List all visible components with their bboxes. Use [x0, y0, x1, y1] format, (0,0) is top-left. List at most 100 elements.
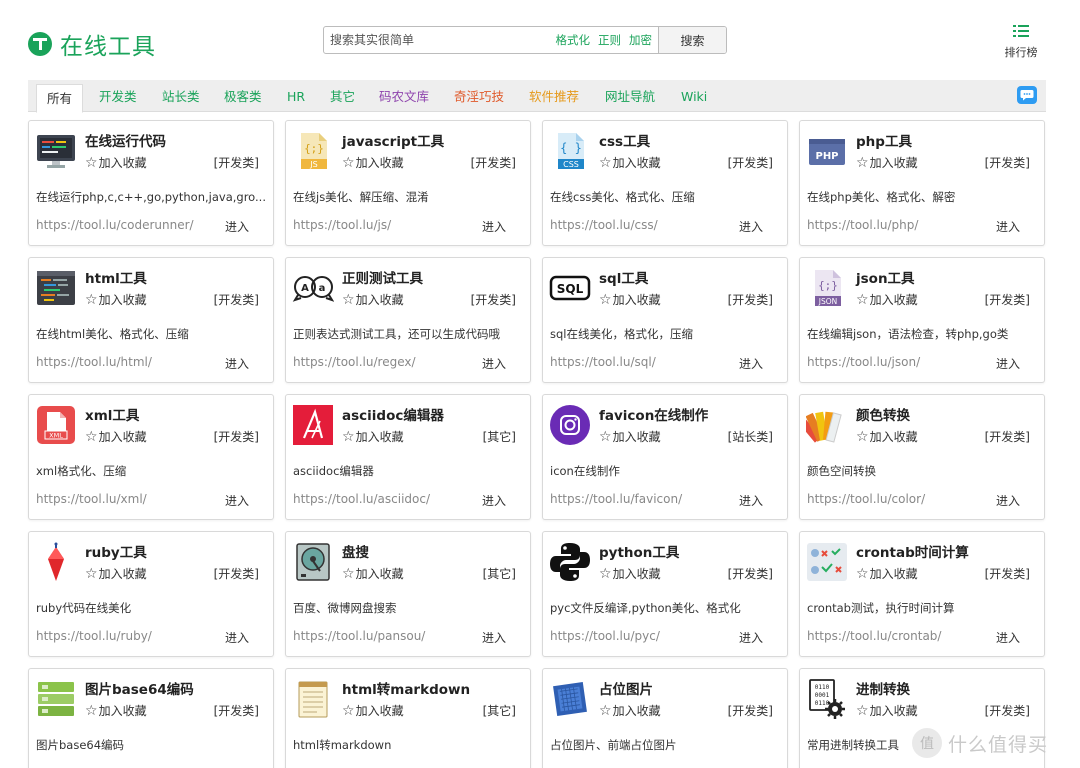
- tool-description: 在线js美化、解压缩、混淆: [293, 190, 429, 204]
- tool-url[interactable]: https://tool.lu/json/: [807, 355, 920, 369]
- tab-nav[interactable]: 网址导航: [605, 80, 655, 112]
- add-favorite-button[interactable]: ☆加入收藏: [342, 154, 404, 171]
- tool-title[interactable]: html工具: [85, 267, 147, 287]
- chat-button[interactable]: [1017, 86, 1037, 104]
- add-favorite-button[interactable]: ☆加入收藏: [599, 291, 661, 308]
- tab-dev[interactable]: 开发类: [99, 80, 137, 112]
- add-favorite-button[interactable]: ☆加入收藏: [342, 428, 404, 445]
- add-favorite-button[interactable]: ☆加入收藏: [856, 291, 918, 308]
- tool-title[interactable]: 颜色转换: [856, 404, 910, 424]
- tab-all[interactable]: 所有: [36, 84, 84, 113]
- enter-link[interactable]: 进入: [482, 355, 506, 372]
- tool-title[interactable]: 图片base64编码: [85, 678, 194, 698]
- add-favorite-button[interactable]: ☆加入收藏: [856, 702, 918, 719]
- tool-title[interactable]: css工具: [599, 130, 650, 150]
- tool-title[interactable]: 进制转换: [856, 678, 910, 698]
- enter-link[interactable]: 进入: [482, 218, 506, 235]
- tool-url[interactable]: https://tool.lu/pyc/: [550, 629, 660, 643]
- enter-link[interactable]: 进入: [225, 355, 249, 372]
- tab-wiki[interactable]: Wiki: [681, 80, 707, 112]
- add-favorite-button[interactable]: ☆加入收藏: [342, 565, 404, 582]
- tool-url[interactable]: https://tool.lu/html/: [36, 355, 152, 369]
- tool-title[interactable]: php工具: [856, 130, 912, 150]
- tool-url[interactable]: https://tool.lu/php/: [807, 218, 918, 232]
- tool-title[interactable]: 在线运行代码: [85, 130, 166, 150]
- tool-url[interactable]: https://tool.lu/xml/: [36, 492, 147, 506]
- tool-title[interactable]: 盘搜: [342, 541, 369, 561]
- add-favorite-button[interactable]: ☆加入收藏: [85, 291, 147, 308]
- tool-category: [开发类]: [470, 156, 516, 170]
- tab-library[interactable]: 码农文库: [379, 80, 429, 112]
- enter-link[interactable]: 进入: [225, 629, 249, 646]
- search-tag-regex[interactable]: 正则: [598, 32, 621, 48]
- enter-link[interactable]: 进入: [739, 355, 763, 372]
- ranking-link[interactable]: 排行榜: [1003, 24, 1039, 60]
- tool-url[interactable]: https://tool.lu/css/: [550, 218, 658, 232]
- enter-link[interactable]: 进入: [225, 218, 249, 235]
- tool-url[interactable]: https://tool.lu/crontab/: [807, 629, 941, 643]
- add-favorite-button[interactable]: ☆加入收藏: [599, 702, 661, 719]
- tool-title[interactable]: ruby工具: [85, 541, 147, 561]
- tool-title[interactable]: favicon在线制作: [599, 404, 708, 424]
- add-favorite-button[interactable]: ☆加入收藏: [85, 154, 147, 171]
- tool-url[interactable]: https://tool.lu/color/: [807, 492, 925, 506]
- enter-link[interactable]: 进入: [996, 629, 1020, 646]
- tool-url[interactable]: https://tool.lu/coderunner/: [36, 218, 194, 232]
- tool-title[interactable]: sql工具: [599, 267, 648, 287]
- tool-category: [开发类]: [470, 293, 516, 307]
- search-tag-encrypt[interactable]: 加密: [629, 32, 652, 48]
- enter-link[interactable]: 进入: [739, 629, 763, 646]
- add-favorite-button[interactable]: ☆加入收藏: [856, 565, 918, 582]
- tab-other[interactable]: 其它: [330, 80, 355, 112]
- tool-url[interactable]: https://tool.lu/js/: [293, 218, 391, 232]
- tab-geek[interactable]: 极客类: [224, 80, 262, 112]
- tool-title[interactable]: xml工具: [85, 404, 139, 424]
- enter-link[interactable]: 进入: [996, 355, 1020, 372]
- enter-link[interactable]: 进入: [482, 629, 506, 646]
- star-icon: ☆: [342, 566, 355, 582]
- add-favorite-button[interactable]: ☆加入收藏: [85, 702, 147, 719]
- tool-url[interactable]: https://tool.lu/favicon/: [550, 492, 682, 506]
- tool-title[interactable]: json工具: [856, 267, 915, 287]
- enter-link[interactable]: 进入: [225, 492, 249, 509]
- enter-link[interactable]: 进入: [996, 218, 1020, 235]
- search-button[interactable]: 搜索: [658, 27, 726, 53]
- tool-title[interactable]: crontab时间计算: [856, 541, 969, 561]
- search-tag-format[interactable]: 格式化: [556, 32, 591, 48]
- add-favorite-button[interactable]: ☆加入收藏: [85, 428, 147, 445]
- tool-title[interactable]: 正则测试工具: [342, 267, 423, 287]
- tab-webmaster[interactable]: 站长类: [162, 80, 200, 112]
- enter-link[interactable]: 进入: [739, 492, 763, 509]
- add-favorite-button[interactable]: ☆加入收藏: [599, 428, 661, 445]
- tool-category: [开发类]: [213, 156, 259, 170]
- enter-link[interactable]: 进入: [996, 492, 1020, 509]
- enter-link[interactable]: 进入: [482, 492, 506, 509]
- tool-title[interactable]: html转markdown: [342, 678, 470, 698]
- add-favorite-label: 加入收藏: [98, 293, 147, 307]
- search-input[interactable]: [324, 27, 548, 53]
- tool-url[interactable]: https://tool.lu/regex/: [293, 355, 416, 369]
- star-icon: ☆: [599, 566, 612, 582]
- tab-tricks[interactable]: 奇淫巧技: [454, 80, 504, 112]
- tool-title[interactable]: asciidoc编辑器: [342, 404, 444, 424]
- add-favorite-button[interactable]: ☆加入收藏: [856, 428, 918, 445]
- tab-software[interactable]: 软件推荐: [529, 80, 579, 112]
- tool-url[interactable]: https://tool.lu/asciidoc/: [293, 492, 430, 506]
- tool-url[interactable]: https://tool.lu/sql/: [550, 355, 656, 369]
- tool-url[interactable]: https://tool.lu/pansou/: [293, 629, 425, 643]
- tab-hr[interactable]: HR: [287, 80, 305, 112]
- add-favorite-button[interactable]: ☆加入收藏: [85, 565, 147, 582]
- add-favorite-button[interactable]: ☆加入收藏: [342, 291, 404, 308]
- star-icon: ☆: [856, 292, 869, 308]
- site-logo[interactable]: 在线工具: [28, 27, 156, 61]
- placeholder-chip-icon: [553, 682, 587, 716]
- enter-link[interactable]: 进入: [739, 218, 763, 235]
- tool-title[interactable]: 占位图片: [599, 678, 653, 698]
- add-favorite-button[interactable]: ☆加入收藏: [856, 154, 918, 171]
- tool-url[interactable]: https://tool.lu/ruby/: [36, 629, 152, 643]
- add-favorite-button[interactable]: ☆加入收藏: [599, 565, 661, 582]
- add-favorite-button[interactable]: ☆加入收藏: [342, 702, 404, 719]
- add-favorite-button[interactable]: ☆加入收藏: [599, 154, 661, 171]
- tool-title[interactable]: javascript工具: [342, 130, 444, 150]
- tool-title[interactable]: python工具: [599, 541, 679, 561]
